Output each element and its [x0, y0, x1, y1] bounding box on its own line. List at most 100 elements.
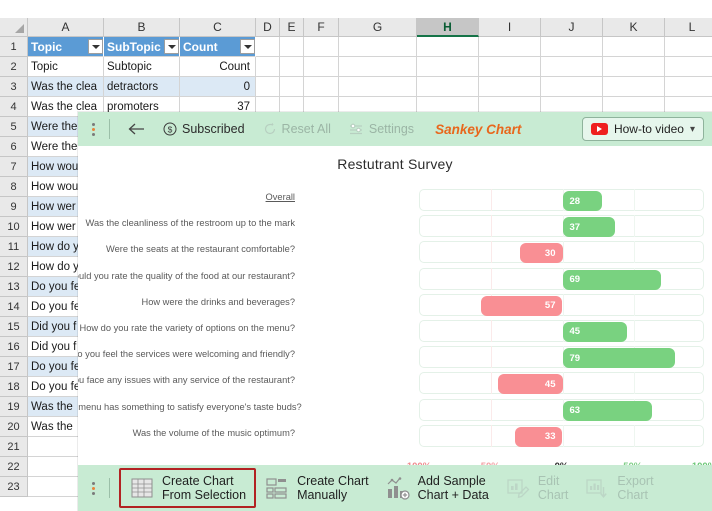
how-to-video-button[interactable]: How-to video ▾	[581, 117, 704, 141]
column-header-f[interactable]: F	[304, 18, 339, 37]
row-header-3[interactable]: 3	[0, 77, 28, 97]
panel-handle-icon[interactable]	[86, 122, 100, 136]
cell[interactable]: 0	[180, 77, 256, 97]
export-chart-button[interactable]: Export Chart	[576, 470, 661, 506]
column-header-c[interactable]: C	[180, 18, 256, 37]
column-header-g[interactable]: G	[339, 18, 417, 37]
empty-cell[interactable]	[256, 37, 280, 57]
select-all-corner[interactable]	[0, 18, 28, 37]
empty-cell[interactable]	[479, 37, 541, 57]
empty-cell[interactable]	[417, 77, 479, 97]
row-header-14[interactable]: 14	[0, 297, 28, 317]
row-header-16[interactable]: 16	[0, 337, 28, 357]
bottom-panel-handle-icon[interactable]	[86, 481, 100, 495]
column-header-d[interactable]: D	[256, 18, 280, 37]
empty-cell[interactable]	[280, 57, 304, 77]
empty-cell[interactable]	[541, 77, 603, 97]
chart-row-track: 45	[419, 319, 704, 342]
empty-cell[interactable]	[665, 57, 712, 77]
filter-button-subtopic[interactable]	[164, 39, 179, 54]
empty-cell[interactable]	[417, 37, 479, 57]
row-header-20[interactable]: 20	[0, 417, 28, 437]
column-header-e[interactable]: E	[280, 18, 304, 37]
empty-cell[interactable]	[339, 37, 417, 57]
empty-cell[interactable]	[603, 57, 665, 77]
back-button[interactable]	[119, 116, 154, 142]
empty-cell[interactable]	[665, 77, 712, 97]
filter-button-count[interactable]	[240, 39, 255, 54]
reset-all-button[interactable]: Reset All	[254, 116, 340, 142]
row-header-13[interactable]: 13	[0, 277, 28, 297]
empty-cell[interactable]	[339, 57, 417, 77]
row-header-8[interactable]: 8	[0, 177, 28, 197]
row-header-5[interactable]: 5	[0, 117, 28, 137]
row-header-19[interactable]: 19	[0, 397, 28, 417]
row-header-17[interactable]: 17	[0, 357, 28, 377]
layout-blocks-icon	[264, 476, 290, 500]
empty-cell[interactable]	[280, 37, 304, 57]
row-header-9[interactable]: 9	[0, 197, 28, 217]
empty-cell[interactable]	[479, 77, 541, 97]
empty-cell[interactable]	[479, 57, 541, 77]
chart-rows: Overall 28 Was the cleanliness of the rest…	[78, 187, 712, 449]
row-header-2[interactable]: 2	[0, 57, 28, 77]
empty-cell[interactable]	[256, 57, 280, 77]
empty-cell[interactable]	[541, 37, 603, 57]
chart-row-label: Was the cleanliness of the restroom up t…	[85, 218, 295, 229]
chart-bar-value: 63	[569, 405, 581, 416]
column-header-k[interactable]: K	[603, 18, 665, 37]
empty-cell[interactable]	[304, 37, 339, 57]
column-header-h[interactable]: H	[417, 18, 479, 37]
table-row: Topic Subtopic Count	[28, 57, 712, 77]
column-header-a[interactable]: A	[28, 18, 104, 37]
add-sample-chart-data-button[interactable]: Add Sample Chart + Data	[377, 470, 497, 506]
row-header-1[interactable]: 1	[0, 37, 28, 57]
column-header-l[interactable]: L	[665, 18, 712, 37]
row-header-12[interactable]: 12	[0, 257, 28, 277]
row-header-21[interactable]: 21	[0, 437, 28, 457]
empty-cell[interactable]	[280, 77, 304, 97]
chart-row-label: Did you face any issues with any service…	[78, 375, 295, 386]
empty-cell[interactable]	[339, 77, 417, 97]
row-headers: 1 2 3 4 5 6 7 8 9 10 11 12 13 14 15 16 17 18 19 20 21 22 23	[0, 37, 28, 497]
empty-cell[interactable]	[665, 37, 712, 57]
row-header-7[interactable]: 7	[0, 157, 28, 177]
subscribed-button[interactable]: $ Subscribed	[154, 116, 254, 142]
row-header-6[interactable]: 6	[0, 137, 28, 157]
row-header-15[interactable]: 15	[0, 317, 28, 337]
empty-cell[interactable]	[541, 57, 603, 77]
empty-cell[interactable]	[304, 57, 339, 77]
table-grid-icon	[129, 476, 155, 500]
filter-button-topic[interactable]	[88, 39, 103, 54]
empty-cell[interactable]	[603, 77, 665, 97]
row-header-10[interactable]: 10	[0, 217, 28, 237]
column-header-b[interactable]: B	[104, 18, 180, 37]
add-sample-chart-data-line2: Chart + Data	[417, 488, 489, 502]
row-header-18[interactable]: 18	[0, 377, 28, 397]
cell[interactable]: Subtopic	[104, 57, 180, 77]
add-chart-data-icon	[385, 476, 411, 500]
cell[interactable]: Topic	[28, 57, 104, 77]
row-header-23[interactable]: 23	[0, 477, 28, 497]
empty-cell[interactable]	[304, 77, 339, 97]
chart-row: How would you rate the quality of the fo…	[78, 266, 712, 292]
edit-chart-button[interactable]: Edit Chart	[497, 470, 577, 506]
column-header-i[interactable]: I	[479, 18, 541, 37]
row-header-22[interactable]: 22	[0, 457, 28, 477]
chart-row: Were the seats at the restaurant comfort…	[78, 239, 712, 265]
empty-cell[interactable]	[417, 57, 479, 77]
settings-button[interactable]: Settings	[340, 116, 423, 142]
cell[interactable]: Was the clea	[28, 77, 104, 97]
chart-bar: 63	[562, 400, 653, 421]
row-header-4[interactable]: 4	[0, 97, 28, 117]
create-chart-manually-button[interactable]: Create Chart Manually	[256, 470, 377, 506]
cell[interactable]: detractors	[104, 77, 180, 97]
gridline	[633, 241, 635, 264]
cell[interactable]: Count	[180, 57, 256, 77]
column-header-j[interactable]: J	[541, 18, 603, 37]
empty-cell[interactable]	[256, 77, 280, 97]
empty-cell[interactable]	[603, 37, 665, 57]
row-header-11[interactable]: 11	[0, 237, 28, 257]
create-chart-from-selection-button[interactable]: Create Chart From Selection	[119, 468, 257, 508]
how-to-video-label: How-to video	[613, 122, 684, 136]
